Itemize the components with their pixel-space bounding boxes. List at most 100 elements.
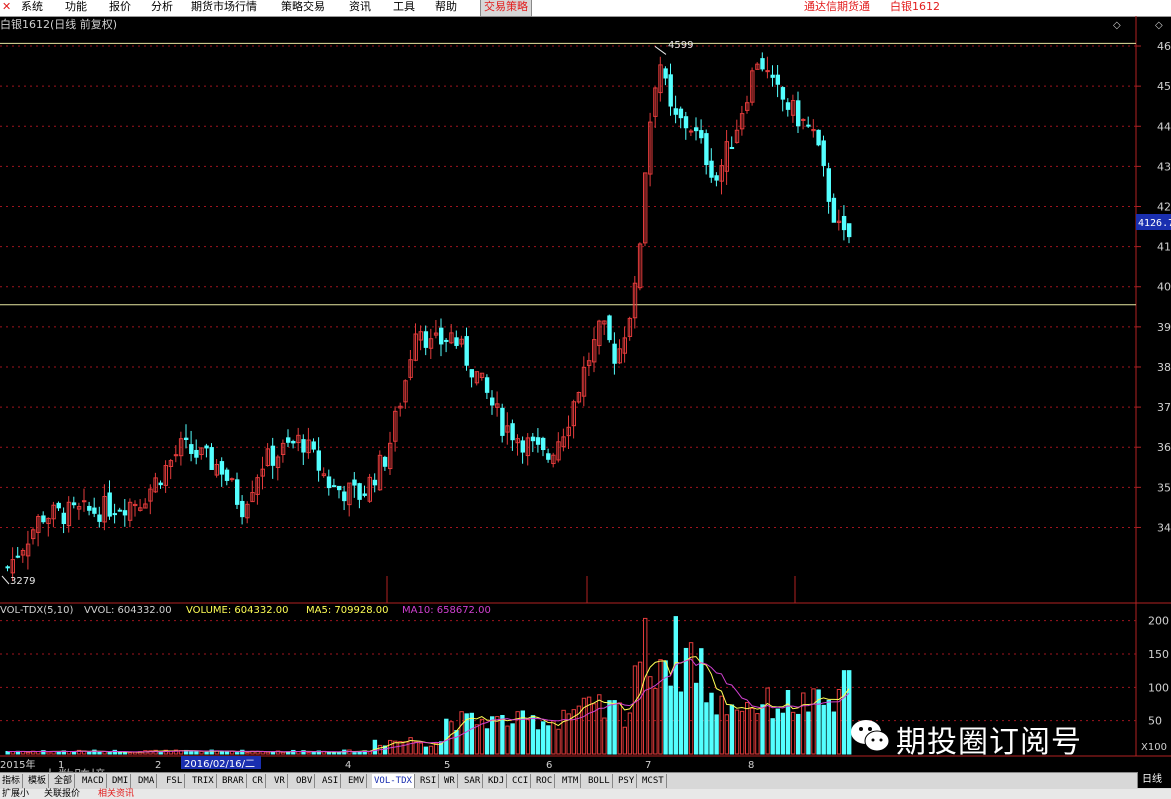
bottom-tab-related-news[interactable]: 相关资讯 bbox=[98, 789, 134, 799]
candle bbox=[31, 527, 36, 545]
indicator-tab--[interactable]: 模板 bbox=[26, 774, 50, 788]
candle bbox=[418, 325, 424, 351]
candle-body bbox=[673, 108, 678, 115]
candle bbox=[87, 501, 92, 516]
indicator-tab-psy[interactable]: PSY bbox=[616, 774, 638, 788]
indicator-tab-emv[interactable]: EMV bbox=[346, 774, 368, 788]
indicator-tab-brar[interactable]: BRAR bbox=[220, 774, 247, 788]
indicator-tab-kdj[interactable]: KDJ bbox=[486, 774, 508, 788]
candle bbox=[347, 482, 352, 517]
indicator-tab-obv[interactable]: OBV bbox=[294, 774, 316, 788]
indicator-tab-sar[interactable]: SAR bbox=[462, 774, 484, 788]
menu-tools[interactable]: 工具 bbox=[390, 0, 418, 16]
menu-analysis[interactable]: 分析 bbox=[148, 0, 176, 16]
candle-body bbox=[439, 327, 444, 345]
indicator-tab-mcst[interactable]: MCST bbox=[640, 774, 667, 788]
volume-bar bbox=[306, 751, 311, 755]
indicator-tab-macd[interactable]: MACD bbox=[80, 774, 107, 788]
volume-bar bbox=[510, 723, 515, 755]
volume-bar bbox=[683, 647, 689, 755]
candle bbox=[668, 63, 673, 116]
menu-news[interactable]: 资讯 bbox=[346, 0, 374, 16]
candle bbox=[765, 56, 770, 79]
indicator-tab-boll[interactable]: BOLL bbox=[586, 774, 613, 788]
indicator-tab-cr[interactable]: CR bbox=[250, 774, 266, 788]
menu-help[interactable]: 帮助 bbox=[432, 0, 460, 16]
volume-bar bbox=[199, 750, 204, 755]
indicator-tab-rsi[interactable]: RSI bbox=[418, 774, 440, 788]
indicator-tab-mtm[interactable]: MTM bbox=[560, 774, 582, 788]
volume-bar bbox=[403, 741, 408, 755]
kline-chart[interactable]: 4645444342414039383736353420015010050 白银… bbox=[0, 16, 1171, 772]
indicator-tab--[interactable]: 全部 bbox=[52, 774, 76, 788]
candle-body bbox=[546, 453, 551, 460]
volume-bar bbox=[454, 730, 459, 755]
candle bbox=[107, 480, 112, 520]
menu-quote[interactable]: 报价 bbox=[106, 0, 134, 16]
diamond-icon-2[interactable]: ◇ bbox=[1155, 20, 1163, 31]
candle bbox=[153, 472, 158, 493]
indicator-tab-vol-tdx[interactable]: VOL-TDX bbox=[372, 774, 415, 788]
candle-body bbox=[240, 500, 245, 518]
candle bbox=[525, 433, 531, 466]
volume-bar bbox=[505, 725, 510, 755]
candle bbox=[688, 129, 694, 137]
volume-bar bbox=[622, 726, 627, 755]
candle bbox=[189, 430, 194, 462]
candle-body bbox=[760, 58, 765, 70]
volume-bar bbox=[423, 746, 429, 755]
menu-trading-strategy[interactable]: 交易策略 bbox=[480, 0, 532, 17]
candle bbox=[551, 452, 556, 468]
volume-bar bbox=[632, 665, 638, 755]
candle-body bbox=[541, 437, 546, 451]
volume-bar bbox=[107, 752, 112, 755]
menu-function[interactable]: 功能 bbox=[62, 0, 90, 16]
menu-futures-market[interactable]: 期货市场行情 bbox=[188, 0, 260, 16]
candle bbox=[352, 472, 357, 498]
last-price-label: 4126.7 bbox=[1138, 218, 1171, 229]
menu-strategy-trading[interactable]: 策略交易 bbox=[278, 0, 328, 16]
menu-system[interactable]: 系统 bbox=[18, 0, 46, 16]
indicator-tab-dma[interactable]: DMA bbox=[136, 774, 158, 788]
indicator-tab-trix[interactable]: TRIX bbox=[190, 774, 217, 788]
price-tick-label: 37 bbox=[1157, 401, 1171, 414]
candle bbox=[444, 338, 449, 353]
volume-bar bbox=[801, 692, 806, 755]
indicator-tab-cci[interactable]: CCI bbox=[510, 774, 532, 788]
candle-body bbox=[316, 450, 322, 471]
link-tdx-futures[interactable]: 通达信期货通 bbox=[804, 0, 870, 13]
volume-bar bbox=[637, 661, 643, 755]
candle-body bbox=[372, 479, 378, 486]
volume-series bbox=[5, 616, 852, 755]
close-icon[interactable]: ✕ bbox=[2, 0, 12, 13]
candle bbox=[836, 209, 842, 231]
indicator-tab-roc[interactable]: ROC bbox=[534, 774, 556, 788]
indicator-tab-wr[interactable]: WR bbox=[442, 774, 458, 788]
candle bbox=[326, 469, 332, 496]
volume-grid bbox=[0, 620, 1136, 722]
volume-bar bbox=[530, 715, 536, 755]
time-label-may: 5 bbox=[444, 760, 450, 771]
indicator-tab-fsl[interactable]: FSL bbox=[164, 774, 186, 788]
indicator-tab-asi[interactable]: ASI bbox=[320, 774, 342, 788]
volume-bar bbox=[699, 648, 704, 755]
volume-bar bbox=[821, 704, 826, 755]
candle-body bbox=[831, 197, 837, 223]
indicator-tab--[interactable]: 指标 bbox=[0, 774, 24, 788]
candle-body bbox=[806, 124, 811, 127]
diamond-icon[interactable]: ◇ bbox=[1113, 20, 1121, 31]
bottom-tab-related-quotes[interactable]: 关联报价 bbox=[44, 789, 80, 799]
bottom-tab-expand[interactable]: 扩展小 bbox=[2, 789, 29, 799]
volume-bar bbox=[495, 716, 500, 755]
candle bbox=[148, 484, 153, 515]
time-label-jun: 6 bbox=[546, 760, 552, 771]
volume-bar bbox=[122, 751, 128, 755]
period-label[interactable]: 日线 bbox=[1137, 772, 1171, 788]
indicator-tab-dmi[interactable]: DMI bbox=[110, 774, 132, 788]
candle bbox=[388, 431, 393, 476]
indicator-tab-vr[interactable]: VR bbox=[272, 774, 288, 788]
link-contract[interactable]: 白银1612 bbox=[890, 0, 940, 13]
candle bbox=[301, 434, 306, 465]
candle bbox=[56, 501, 61, 511]
candle bbox=[790, 94, 796, 123]
